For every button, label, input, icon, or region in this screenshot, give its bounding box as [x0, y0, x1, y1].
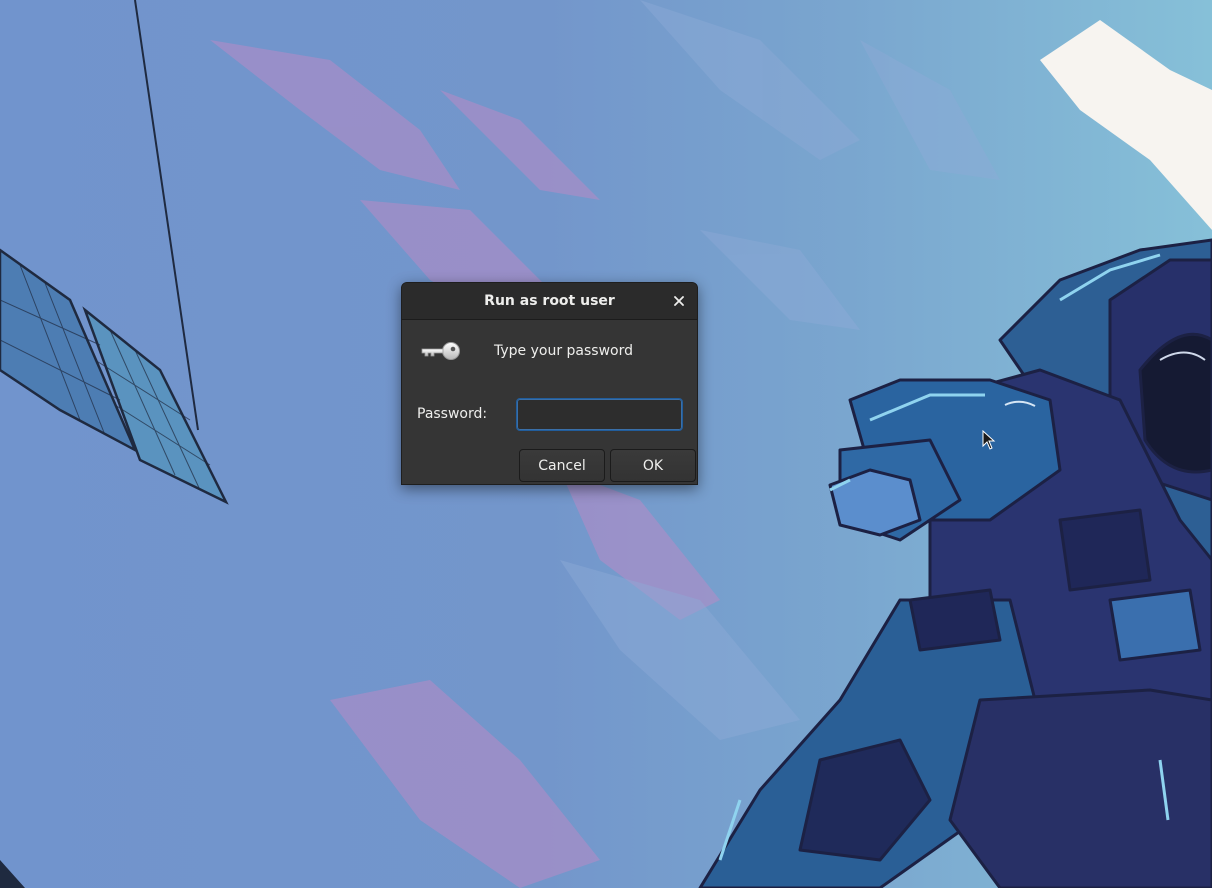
dialog-title: Run as root user	[484, 293, 615, 309]
mouse-pointer-icon	[982, 430, 996, 450]
close-icon	[674, 296, 684, 306]
password-field[interactable]	[516, 398, 683, 431]
ok-button[interactable]: OK	[610, 449, 696, 482]
close-button[interactable]	[669, 291, 689, 311]
cancel-button[interactable]: Cancel	[519, 449, 605, 482]
password-prompt: Type your password	[494, 343, 634, 359]
password-label: Password:	[417, 406, 488, 422]
run-as-root-dialog: Run as root user Type your password Pass…	[401, 282, 698, 485]
desktop: Run as root user Type your password Pass…	[0, 0, 1212, 888]
key-icon	[421, 342, 460, 360]
dialog-titlebar[interactable]: Run as root user	[402, 283, 697, 320]
